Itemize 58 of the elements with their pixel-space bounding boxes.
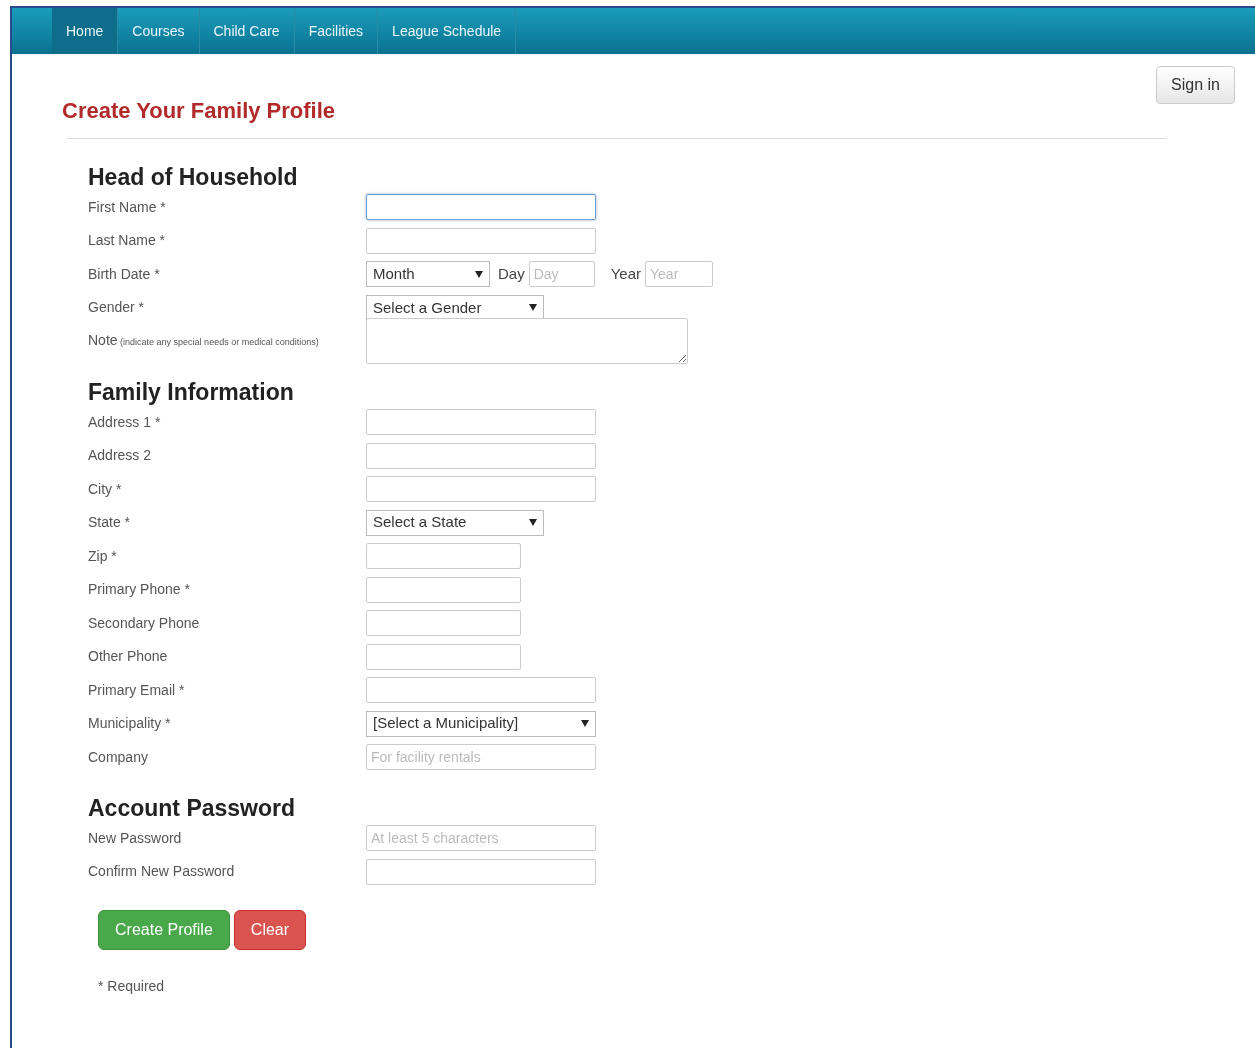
input-field[interactable]: For facility rentals xyxy=(366,744,596,771)
input-field[interactable]: Year xyxy=(645,261,713,288)
required-note: * Required xyxy=(98,977,166,997)
input-field[interactable] xyxy=(366,543,521,570)
create-profile-button[interactable]: Create Profile xyxy=(98,910,230,951)
field-label: Last Name * xyxy=(88,231,167,251)
select-dropdown[interactable]: Select a State xyxy=(366,509,544,536)
field-label: Primary Email * xyxy=(88,680,186,700)
note-textarea[interactable] xyxy=(366,318,688,365)
day-label: Day xyxy=(498,264,525,285)
select-dropdown[interactable]: Select a Gender xyxy=(366,294,544,321)
field-label: Municipality * xyxy=(88,714,172,734)
field-label: State * xyxy=(88,513,132,533)
caret-icon xyxy=(475,270,483,278)
nav-link[interactable]: Facilities xyxy=(294,8,379,54)
input-field[interactable] xyxy=(366,576,521,603)
section-heading: Account Password xyxy=(88,796,297,822)
field-label: First Name * xyxy=(88,197,167,217)
field-label: Secondary Phone xyxy=(88,613,201,633)
nav-link[interactable]: Child Care xyxy=(199,8,295,54)
field-label: City * xyxy=(88,479,123,499)
field-label: Primary Phone * xyxy=(88,580,191,600)
section-heading: Family Information xyxy=(88,380,295,406)
field-label: Other Phone xyxy=(88,647,169,667)
clear-button[interactable]: Clear xyxy=(233,910,307,951)
field-hint: (indicate any special needs or medical conditions) xyxy=(119,337,319,348)
page-title: Create Your Family Profile xyxy=(62,98,337,125)
field-label: Note xyxy=(88,332,118,349)
field-label: Confirm New Password xyxy=(88,862,236,882)
input-field[interactable]: Day xyxy=(528,261,595,288)
input-field[interactable] xyxy=(366,227,596,254)
caret-icon xyxy=(529,304,537,312)
caret-icon xyxy=(581,720,589,728)
nav-link[interactable]: Courses xyxy=(118,8,200,54)
select-dropdown[interactable]: Month xyxy=(366,261,490,288)
input-field[interactable] xyxy=(366,610,521,637)
field-label: Gender * xyxy=(88,298,146,318)
field-label: Company xyxy=(88,747,149,767)
field-label: Birth Date * xyxy=(88,264,161,284)
input-field[interactable] xyxy=(366,194,596,221)
field-label: Zip * xyxy=(88,546,118,566)
input-field[interactable] xyxy=(366,476,596,503)
select-dropdown[interactable]: [Select a Municipality] xyxy=(366,710,596,737)
input-field[interactable] xyxy=(366,409,596,436)
nav-link[interactable]: League Schedule xyxy=(378,8,517,54)
field-label: Address 1 * xyxy=(88,412,162,432)
input-field[interactable] xyxy=(366,677,596,704)
year-label: Year xyxy=(610,264,641,285)
input-field[interactable] xyxy=(366,643,521,670)
section-heading: Head of Household xyxy=(88,165,299,191)
sign-in-button[interactable]: Sign in xyxy=(1156,66,1235,104)
input-field[interactable] xyxy=(366,442,596,469)
caret-icon xyxy=(529,519,537,527)
nav-link[interactable]: Home xyxy=(52,8,119,54)
field-label: Address 2 xyxy=(88,446,153,466)
input-field[interactable] xyxy=(366,858,596,885)
input-field[interactable]: At least 5 characters xyxy=(366,825,596,852)
field-label: New Password xyxy=(88,828,183,848)
